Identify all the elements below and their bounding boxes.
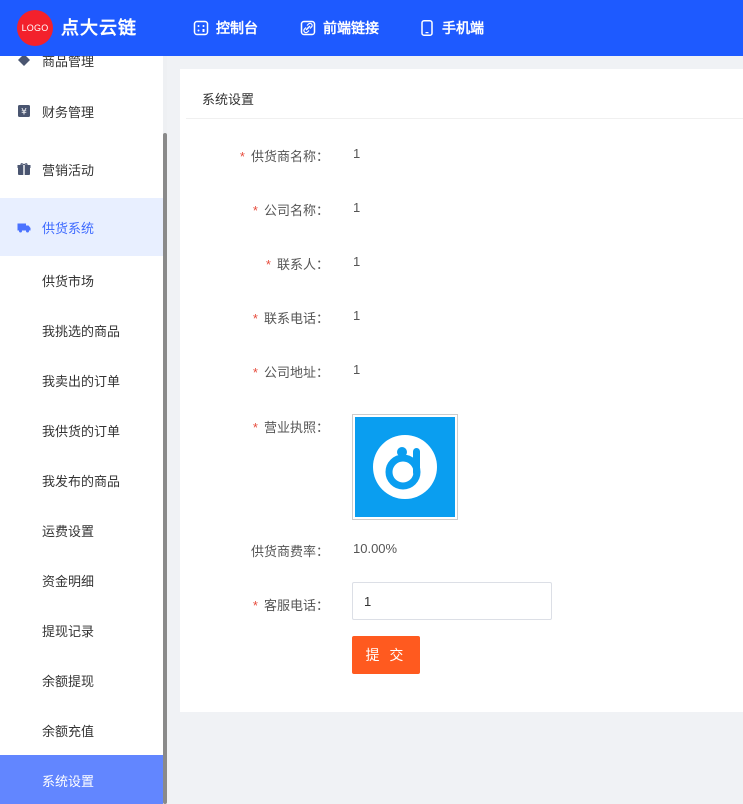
required-mark: *	[252, 598, 258, 613]
supplier-name-value: 1	[353, 146, 361, 161]
menu-finance-label: 财务管理	[42, 104, 95, 120]
menu-supply-system[interactable]: 供货系统	[0, 198, 163, 256]
required-mark: *	[265, 257, 271, 272]
nav-mobile[interactable]: 手机端	[419, 17, 484, 39]
fee-rate-value: 10.00%	[353, 541, 398, 556]
mobile-icon	[419, 20, 435, 36]
company-address-label-text: 公司地址：	[263, 365, 329, 380]
svg-text:¥: ¥	[21, 108, 27, 118]
supplier-name-label-text: 供货商名称：	[250, 149, 329, 164]
sidebar-scrollbar[interactable]	[163, 133, 167, 804]
service-phone-input[interactable]	[352, 582, 552, 620]
contact-value: 1	[353, 254, 361, 269]
menu-marketing-label: 营销活动	[42, 162, 95, 178]
business-license-image[interactable]	[352, 414, 458, 520]
submit-button[interactable]: 提 交	[352, 636, 420, 674]
required-mark: *	[239, 149, 245, 164]
menu-marketing[interactable]: 营销活动	[0, 140, 163, 198]
contact-label-text: 联系人：	[276, 257, 329, 272]
panel-divider	[186, 118, 743, 119]
sub-balance-recharge[interactable]: 余额充值	[0, 705, 163, 755]
company-address-value: 1	[353, 362, 361, 377]
logo[interactable]: LOGO	[17, 10, 53, 46]
company-name-label-text: 公司名称：	[263, 203, 329, 218]
nav-mobile-label: 手机端	[442, 20, 484, 36]
brand-name[interactable]: 点大云链	[61, 14, 137, 40]
nav-frontend-link[interactable]: 前端链接	[300, 17, 379, 39]
company-name-value: 1	[353, 200, 361, 215]
license-logo-icon	[355, 417, 455, 517]
menu-supply-system-label: 供货系统	[42, 220, 95, 236]
service-phone-label: * 客服电话：	[253, 595, 329, 614]
panel-title: 系统设置	[202, 92, 255, 107]
link-icon	[300, 20, 316, 36]
required-mark: *	[252, 311, 258, 326]
sub-withdraw-records[interactable]: 提现记录	[0, 605, 163, 655]
finance-icon: ¥	[17, 104, 31, 118]
sub-my-sold-orders[interactable]: 我卖出的订单	[0, 355, 163, 405]
required-mark: *	[252, 365, 258, 380]
sub-supply-market[interactable]: 供货市场	[0, 255, 163, 305]
sub-system-settings[interactable]: 系统设置	[0, 755, 163, 804]
company-name-label: * 公司名称：	[253, 200, 329, 219]
sub-my-published-goods[interactable]: 我发布的商品	[0, 455, 163, 505]
contact-phone-label-text: 联系电话：	[263, 311, 329, 326]
sub-my-supply-orders[interactable]: 我供货的订单	[0, 405, 163, 455]
service-phone-label-text: 客服电话：	[263, 598, 329, 613]
contact-label: * 联系人：	[266, 254, 329, 273]
sub-shipping-settings[interactable]: 运费设置	[0, 505, 163, 555]
contact-phone-label: * 联系电话：	[253, 308, 329, 327]
dashboard-icon	[193, 20, 209, 36]
company-address-label: * 公司地址：	[253, 362, 329, 381]
goods-icon	[17, 56, 31, 67]
supplier-name-label: * 供货商名称：	[240, 146, 329, 165]
top-bar: LOGO 点大云链 控制台 前端链接 手机端	[0, 0, 743, 56]
contact-phone-value: 1	[353, 308, 361, 323]
required-mark: *	[252, 203, 258, 218]
business-license-label-text: 营业执照：	[263, 420, 329, 435]
sub-fund-details[interactable]: 资金明细	[0, 555, 163, 605]
nav-frontend-link-label: 前端链接	[323, 20, 379, 36]
fee-rate-label: 供货商费率：	[250, 544, 329, 559]
sidebar: 商品管理 ¥ 财务管理 营销活动 供货系统 供货市场 我挑选的商品 我卖出的订单…	[0, 56, 163, 804]
sub-my-picked-goods[interactable]: 我挑选的商品	[0, 305, 163, 355]
menu-finance[interactable]: ¥ 财务管理	[0, 82, 163, 140]
business-license-label: * 营业执照：	[253, 417, 329, 436]
gift-icon	[17, 162, 31, 176]
required-mark: *	[252, 420, 258, 435]
nav-dashboard[interactable]: 控制台	[193, 17, 258, 39]
sub-balance-withdraw[interactable]: 余额提现	[0, 655, 163, 705]
truck-icon	[17, 220, 31, 234]
nav-dashboard-label: 控制台	[216, 20, 258, 36]
menu-goods-management-label: 商品管理	[42, 56, 95, 69]
